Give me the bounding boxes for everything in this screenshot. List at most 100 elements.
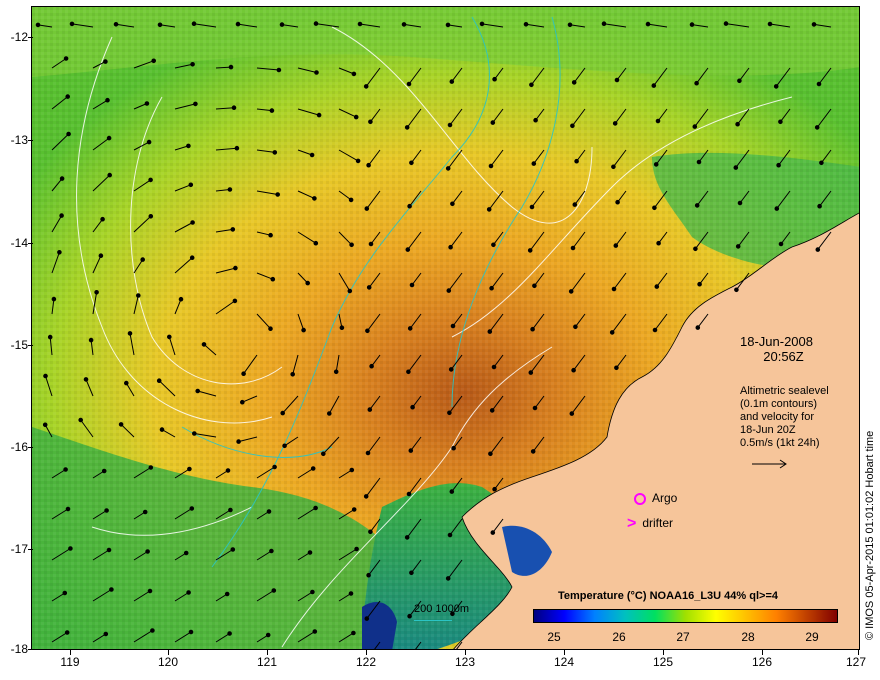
velocity-arrow-head	[354, 546, 359, 552]
velocity-arrow-head	[368, 241, 374, 247]
velocity-arrow-head	[569, 411, 575, 416]
velocity-arrow-head	[57, 250, 62, 255]
velocity-arrow-head	[819, 160, 824, 166]
velocity-arrow-head	[183, 550, 189, 556]
velocity-arrow-head	[447, 532, 453, 538]
velocity-arrow-head	[573, 324, 578, 330]
colorbar-label: 28	[741, 630, 755, 644]
velocity-arrow-head	[490, 530, 496, 535]
velocity-arrow-head	[406, 369, 411, 375]
velocity-arrow-head	[406, 491, 412, 497]
sst-map[interactable]	[31, 6, 860, 650]
velocity-arrow-head	[201, 342, 207, 347]
drifter-legend: > drifter	[627, 515, 673, 533]
velocity-arrow-head	[532, 405, 538, 411]
depth-legend-line	[414, 620, 452, 621]
lat-label: -13	[10, 133, 28, 147]
velocity-arrow-head	[316, 112, 322, 118]
lat-label: -18	[10, 642, 28, 656]
lat-tick-mark	[28, 243, 33, 244]
velocity-arrow-head	[349, 242, 354, 248]
velocity-arrow-head	[407, 326, 413, 331]
velocity-arrow-head	[280, 410, 285, 416]
velocity-arrow-head	[150, 628, 155, 633]
velocity-arrow-head	[313, 505, 318, 511]
velocity-arrow-head	[312, 629, 318, 634]
lat-label: -14	[10, 236, 28, 250]
velocity-arrow-head	[314, 70, 319, 75]
velocity-arrow-head	[410, 404, 415, 410]
velocity-arrow-head	[272, 150, 278, 155]
velocity-arrow-head	[815, 247, 821, 252]
velocity-arrow-head	[65, 94, 71, 99]
lon-label: 122	[355, 655, 377, 669]
velocity-arrow-head	[167, 334, 172, 340]
velocity-arrow-head	[816, 81, 822, 87]
altimetry-note: Altimetric sealevel (0.1m contours) and …	[740, 385, 829, 450]
velocity-arrow-head	[136, 293, 141, 298]
velocity-arrow-head	[157, 22, 163, 28]
lat-label: -12	[10, 30, 28, 44]
velocity-arrow-head	[449, 79, 455, 84]
velocity-arrow-head	[62, 590, 68, 596]
velocity-arrow-head	[140, 257, 145, 262]
velocity-arrow-head	[368, 119, 373, 125]
lat-tick-mark	[28, 447, 33, 448]
velocity-arrow-head	[694, 80, 699, 86]
lon-label: 119	[60, 655, 80, 669]
velocity-arrow-head	[88, 337, 94, 343]
velocity-arrow-head	[305, 280, 311, 286]
velocity-arrow-head	[224, 591, 230, 597]
velocity-arrow-head	[63, 467, 68, 472]
velocity-arrow-head	[488, 451, 493, 457]
velocity-arrow-head	[83, 377, 89, 382]
velocity-arrow-head	[735, 121, 740, 127]
velocity-arrow-head	[159, 427, 165, 432]
velocity-arrow-head	[100, 216, 105, 222]
velocity-arrow-head	[103, 59, 108, 64]
velocity-arrow-head	[408, 448, 414, 453]
velocity-arrow-head	[225, 468, 231, 473]
note-line: 0.5m/s (1kt 24h)	[740, 437, 820, 449]
velocity-arrow-head	[609, 330, 615, 335]
velocity-arrow-head	[42, 422, 48, 428]
timestamp-date: 18-Jun-2008	[740, 334, 813, 349]
velocity-arrow-head	[348, 197, 354, 203]
velocity-arrow-head	[240, 399, 245, 405]
credit-text: © IMOS 05-Apr-2015 01:01:02 Hobart time	[864, 430, 876, 640]
velocity-arrow-head	[241, 371, 246, 377]
colorbar-label: 29	[805, 630, 819, 644]
velocity-arrow-head	[369, 363, 374, 369]
velocity-arrow-head	[405, 247, 411, 252]
velocity-arrow-head	[189, 506, 195, 511]
velocity-arrow-head	[313, 240, 319, 246]
velocity-arrow-head	[144, 101, 150, 106]
velocity-arrow-head	[696, 159, 702, 165]
velocity-arrow-head	[527, 248, 533, 253]
velocity-arrow-head	[811, 22, 817, 27]
velocity-arrow-head	[778, 119, 783, 125]
velocity-arrow-head	[652, 205, 657, 211]
velocity-arrow-head	[530, 326, 535, 332]
velocity-arrow-head	[656, 240, 661, 246]
drifter-label: drifter	[642, 516, 674, 531]
velocity-arrow-head	[693, 246, 698, 252]
velocity-arrow-head	[279, 22, 285, 27]
velocity-arrow-head	[404, 125, 410, 130]
velocity-arrow-head	[268, 326, 273, 332]
velocity-arrow-head	[230, 547, 236, 552]
velocity-arrow-head	[124, 380, 129, 386]
velocity-arrow-head	[236, 439, 241, 444]
velocity-arrow-head	[814, 125, 820, 130]
lon-label: 120	[157, 655, 179, 669]
velocity-arrow-head	[611, 164, 616, 170]
lon-label: 126	[751, 655, 773, 669]
timestamp-time: 20:56Z	[763, 349, 804, 364]
note-line: 18-Jun 20Z	[740, 424, 796, 436]
velocity-arrow-head	[148, 177, 153, 183]
velocity-arrow-head	[59, 213, 64, 218]
velocity-arrow-head	[310, 589, 315, 595]
velocity-arrow-head	[364, 616, 370, 621]
velocity-arrow-head	[363, 494, 369, 499]
velocity-arrow-head	[290, 372, 296, 377]
